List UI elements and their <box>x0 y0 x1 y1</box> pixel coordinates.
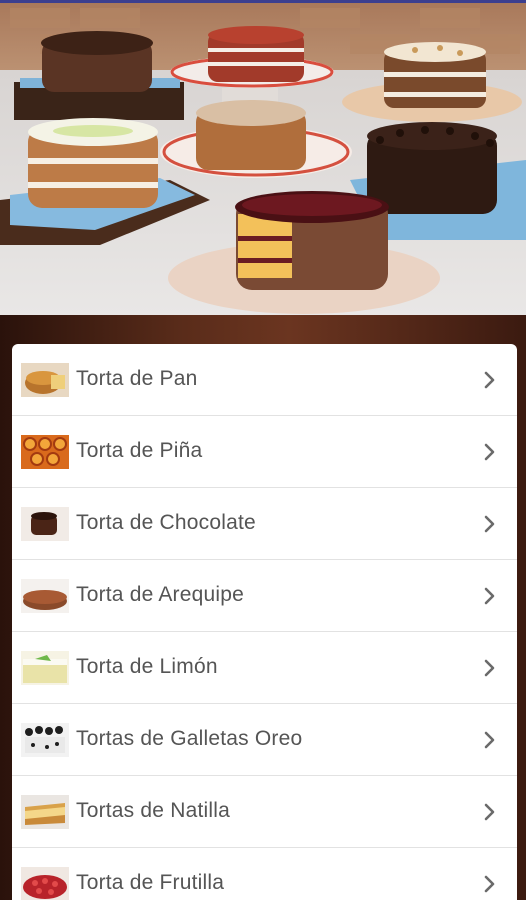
app-screen: Torta de Pan Torta de Piña Torta de Choc… <box>0 0 526 900</box>
chevron-right-icon <box>483 515 497 533</box>
recipe-menu-list: Torta de Pan Torta de Piña Torta de Choc… <box>12 344 517 900</box>
tortas-de-galletas-oreo-thumbnail <box>21 722 69 757</box>
list-item-tortas-de-galletas-oreo[interactable]: Tortas de Galletas Oreo <box>12 704 517 776</box>
torta-de-pina-thumbnail <box>21 434 69 469</box>
torta-de-limon-thumbnail <box>21 650 69 685</box>
chevron-right-icon <box>483 371 497 389</box>
list-item-torta-de-chocolate[interactable]: Torta de Chocolate <box>12 488 517 560</box>
list-item-label: Tortas de Natilla <box>76 798 230 822</box>
list-item-label: Torta de Pan <box>76 366 198 390</box>
chevron-right-icon <box>483 803 497 821</box>
list-item-label: Tortas de Galletas Oreo <box>76 726 303 750</box>
list-item-torta-de-frutilla[interactable]: Torta de Frutilla <box>12 848 517 900</box>
torta-de-frutilla-thumbnail <box>21 866 69 900</box>
tortas-de-natilla-thumbnail <box>21 794 69 829</box>
list-item-label: Torta de Chocolate <box>76 510 256 534</box>
cakes-banner-image <box>0 0 526 315</box>
list-item-label: Torta de Frutilla <box>76 870 225 894</box>
chevron-right-icon <box>483 659 497 677</box>
chevron-right-icon <box>483 875 497 893</box>
chevron-right-icon <box>483 731 497 749</box>
list-item-tortas-de-natilla[interactable]: Tortas de Natilla <box>12 776 517 848</box>
list-item-torta-de-pina[interactable]: Torta de Piña <box>12 416 517 488</box>
torta-de-chocolate-thumbnail <box>21 506 69 541</box>
chevron-right-icon <box>483 587 497 605</box>
list-item-label: Torta de Piña <box>76 438 203 462</box>
list-item-torta-de-limon[interactable]: Torta de Limón <box>12 632 517 704</box>
torta-de-pan-thumbnail <box>21 362 69 397</box>
list-item-label: Torta de Arequipe <box>76 582 245 606</box>
list-item-torta-de-arequipe[interactable]: Torta de Arequipe <box>12 560 517 632</box>
torta-de-arequipe-thumbnail <box>21 578 69 613</box>
list-item-label: Torta de Limón <box>76 654 218 678</box>
chevron-right-icon <box>483 443 497 461</box>
status-bar-line <box>0 0 526 3</box>
list-item-torta-de-pan[interactable]: Torta de Pan <box>12 344 517 416</box>
